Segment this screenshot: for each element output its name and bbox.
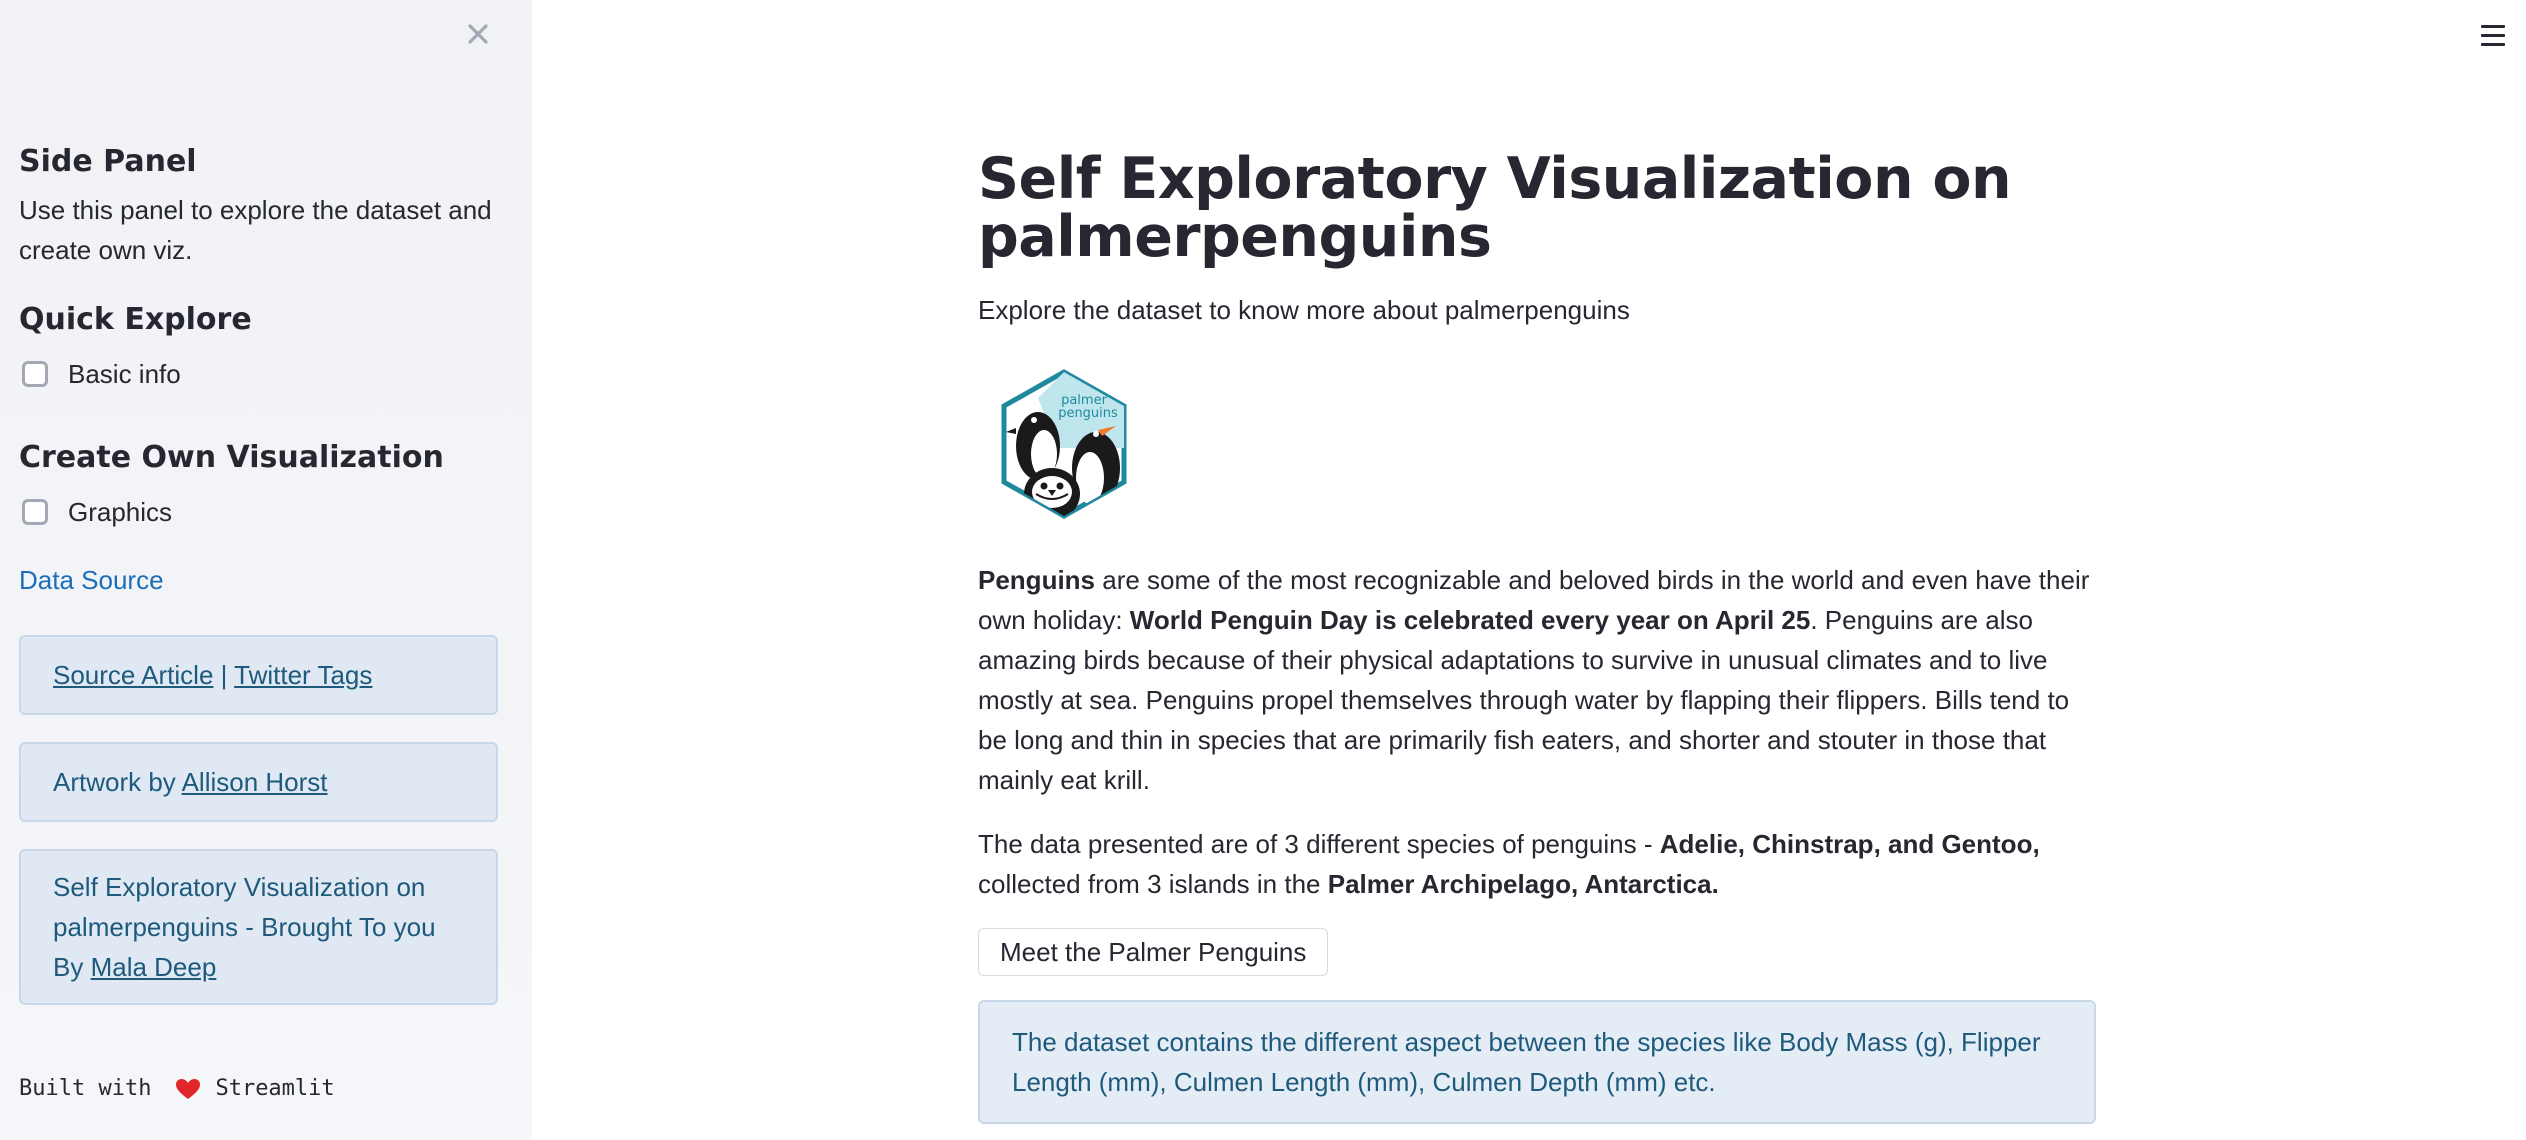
heart-icon [176, 1078, 201, 1099]
main-menu-button[interactable] [2474, 18, 2512, 52]
hamburger-line [2481, 42, 2505, 46]
penguins-bold: Penguins [978, 565, 1096, 595]
built-with-footer: Built with Streamlit [19, 1076, 335, 1101]
allison-horst-link[interactable]: Allison Horst [182, 767, 328, 797]
palmer-penguins-logo-icon: palmer penguins [1001, 369, 1127, 519]
sidebar-description: Use this panel to explore the dataset an… [19, 195, 492, 265]
basic-info-label: Basic info [68, 358, 181, 389]
basic-info-checkbox[interactable] [22, 361, 48, 387]
penguin-day-bold: World Penguin Day is celebrated every ye… [1129, 605, 1811, 635]
author-credit-box: Self Exploratory Visualization on palmer… [19, 849, 498, 1005]
link-separator: | [213, 660, 235, 690]
page-subtitle: Explore the dataset to know more about p… [978, 295, 1630, 325]
basic-info-checkbox-row[interactable]: Basic info [19, 354, 499, 394]
artwork-credit-box: Artwork by Allison Horst [19, 742, 498, 822]
source-links-box: Source Article | Twitter Tags [19, 635, 498, 715]
main-content: Self Exploratory Visualization on palmer… [978, 150, 2096, 1124]
data-source-link[interactable]: Data Source [19, 565, 164, 595]
page-title: Self Exploratory Visualization on palmer… [978, 146, 2012, 270]
streamlit-app: Side Panel Use this panel to explore the… [0, 0, 2526, 1140]
twitter-tags-link[interactable]: Twitter Tags [234, 660, 372, 690]
built-with-text: Built with [19, 1076, 152, 1101]
sidebar-content: Side Panel Use this panel to explore the… [19, 140, 499, 1005]
archipelago-bold: Palmer Archipelago, Antarctica. [1327, 869, 1719, 899]
graphics-checkbox-row[interactable]: Graphics [19, 492, 499, 532]
artwork-credit-text: Artwork by [53, 767, 182, 797]
logo-text-bottom: penguins [1058, 406, 1118, 421]
graphics-label: Graphics [68, 496, 173, 527]
source-article-link[interactable]: Source Article [53, 660, 213, 690]
species-paragraph: The data presented are of 3 different sp… [978, 824, 2096, 904]
graphics-checkbox[interactable] [22, 499, 48, 525]
species-bold: Adelie, Chinstrap, and Gentoo, [1659, 829, 2040, 859]
sidebar-heading: Side Panel [19, 144, 197, 179]
dataset-info-box: The dataset contains the different aspec… [978, 1000, 2096, 1124]
create-viz-heading: Create Own Visualization [19, 440, 444, 475]
mala-deep-link[interactable]: Mala Deep [91, 952, 217, 982]
species-text-2: collected from 3 islands in the [978, 869, 1328, 899]
species-text-1: The data presented are of 3 different sp… [978, 829, 1660, 859]
sidebar: Side Panel Use this panel to explore the… [0, 0, 532, 1140]
hamburger-menu-icon [2481, 24, 2505, 28]
meet-penguins-button[interactable]: Meet the Palmer Penguins [978, 928, 1329, 976]
close-icon [468, 24, 488, 44]
palmer-penguins-logo: palmer penguins [998, 368, 1130, 520]
hamburger-line [2481, 33, 2505, 37]
quick-explore-heading: Quick Explore [19, 302, 252, 337]
sidebar-close-button[interactable] [462, 18, 494, 50]
streamlit-text: Streamlit [215, 1076, 335, 1101]
penguins-intro-paragraph: Penguins are some of the most recognizab… [978, 560, 2096, 800]
